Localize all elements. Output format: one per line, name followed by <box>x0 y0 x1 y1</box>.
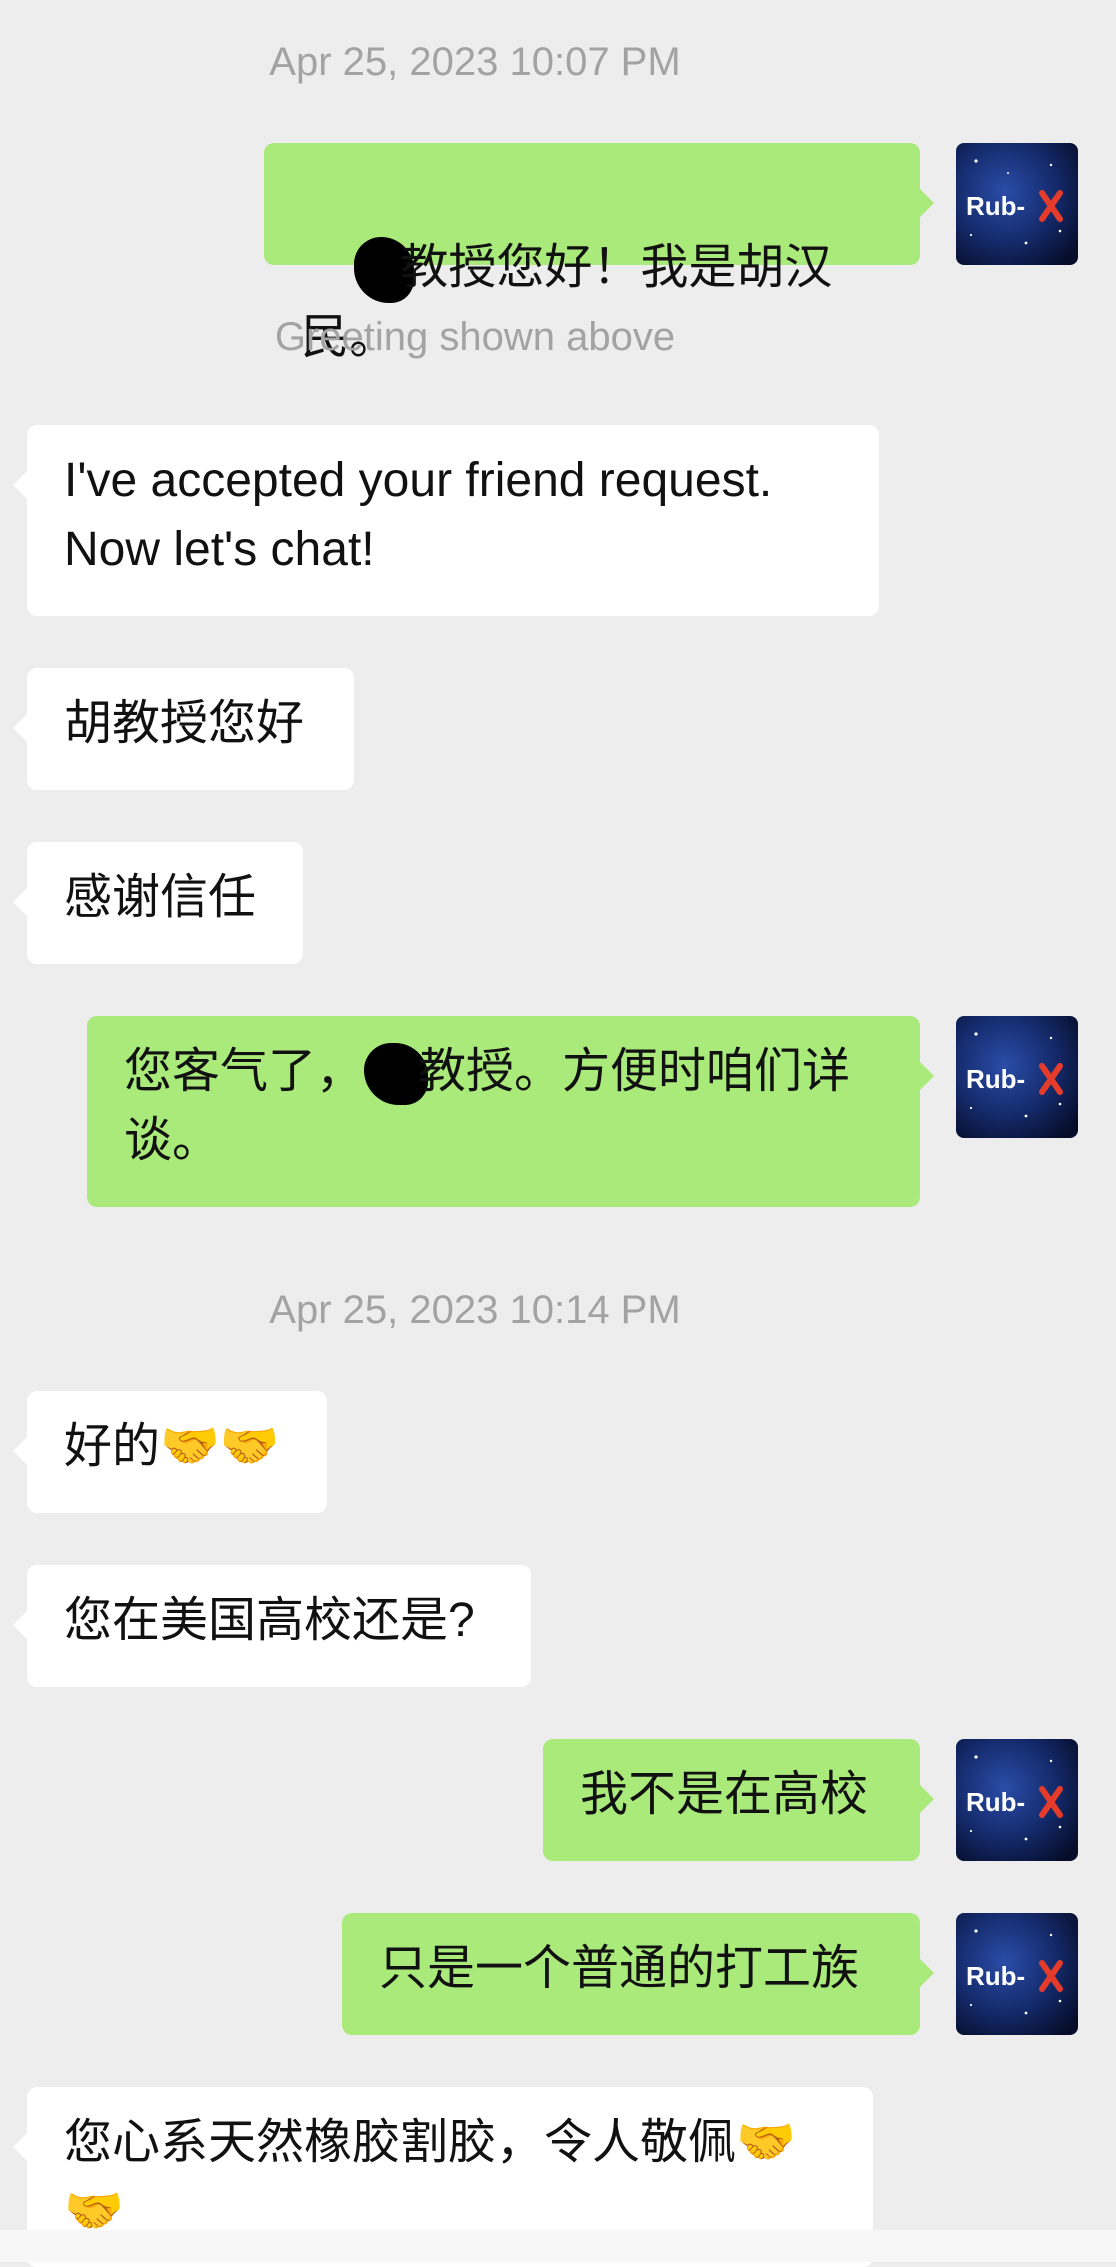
bottom-edge <box>0 2230 1116 2262</box>
svg-text:Rub-: Rub- <box>966 1787 1025 1817</box>
received-message-bubble[interactable]: 感谢信任 <box>13 842 303 964</box>
sent-message-bubble[interactable]: 只是一个普通的打工族 <box>342 1913 934 2035</box>
my-avatar[interactable]: Rub- <box>956 1739 1078 1861</box>
timestamp: Apr 25, 2023 10:07 PM <box>269 40 681 84</box>
svg-text:Rub-: Rub- <box>966 191 1025 221</box>
received-message-bubble[interactable]: 好的🤝🤝 <box>13 1391 327 1513</box>
system-note: Greeting shown above <box>274 315 676 359</box>
sent-message-bubble[interactable]: 您客气了， 教授。方便时咱们详谈。 <box>87 1016 934 1207</box>
svg-text:Rub-: Rub- <box>966 1064 1025 1094</box>
rubx-logo-icon: Rub- <box>956 1739 1078 1861</box>
my-avatar[interactable]: Rub- <box>956 1913 1078 2035</box>
sent-message-bubble[interactable]: 教授您好！我是胡汉民。 <box>264 143 934 364</box>
my-avatar[interactable]: Rub- <box>956 143 1078 265</box>
chat-history[interactable]: Apr 25, 2023 10:07 PM 教授您好！我是胡汉民。 Rub- G <box>0 0 1116 2267</box>
received-message-bubble[interactable]: I've accepted your friend request. Now l… <box>13 425 879 616</box>
rubx-logo-icon: Rub- <box>956 1913 1078 2035</box>
rubx-logo-icon: Rub- <box>956 143 1078 265</box>
received-message-bubble[interactable]: 您在美国高校还是? <box>13 1565 531 1687</box>
received-message-bubble[interactable]: 胡教授您好 <box>13 668 354 790</box>
svg-text:Rub-: Rub- <box>966 1961 1025 1991</box>
my-avatar[interactable]: Rub- <box>956 1016 1078 1138</box>
sent-message-bubble[interactable]: 我不是在高校 <box>543 1739 934 1861</box>
timestamp: Apr 25, 2023 10:14 PM <box>269 1288 681 1332</box>
message-text-start: 您客气了， <box>124 1045 365 1098</box>
rubx-logo-icon: Rub- <box>956 1016 1078 1138</box>
